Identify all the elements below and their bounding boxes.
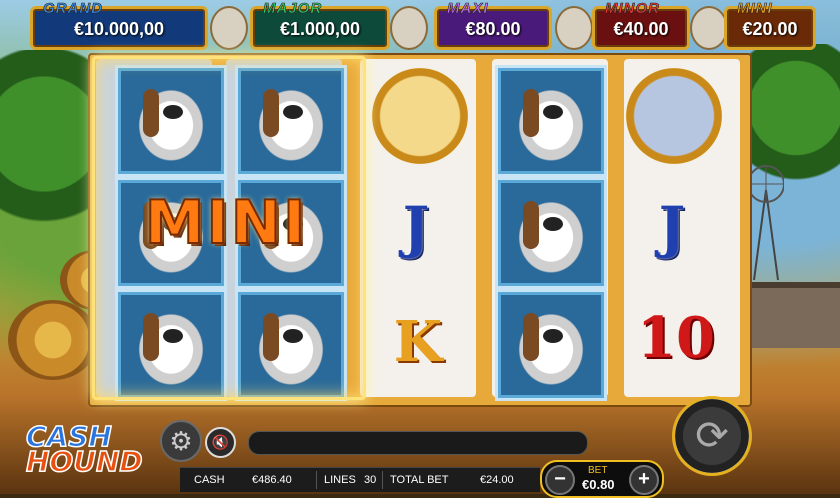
jackpot-label: MINI [737,0,773,17]
mini-win-banner: MINI [144,187,308,259]
jackpot-label: MAXI [447,0,489,17]
k-symbol: K [393,309,443,375]
bet-label: BET [588,465,608,476]
game-logo: CASH HOUND [25,422,143,478]
bet-value: €0.80 [582,477,615,492]
bet-control: − BET €0.80 + [540,460,664,498]
total-bet-value: €24.00 [480,474,514,486]
jackpot-value: €20.00 [742,19,798,39]
jackpot-value: €80.00 [465,19,521,39]
jackpot-minor: MINOR €40.00 [592,0,690,50]
jackpot-grand: GRAND €10.000,00 [30,0,208,50]
status-bar: CASH €486.40 LINES 30 TOTAL BET €24.00 [180,467,540,492]
message-bar [248,431,588,455]
dog-deco [390,6,428,50]
dog-symbol [498,180,604,286]
rooster-coin-symbol [372,68,468,164]
lines-value: 30 [364,474,377,486]
jackpot-value: €40.00 [613,19,669,39]
spin-arrows-icon: ⟳ [695,414,729,458]
spin-button[interactable]: ⟳ [672,396,752,476]
lines-label: LINES [324,474,356,486]
j-symbol: J [658,195,686,261]
jackpot-value: €10.000,00 [73,19,165,39]
logo-line-2: HOUND [25,444,143,478]
donkey-coin-symbol [626,68,722,164]
divider [382,471,383,489]
jackpot-label: GRAND [43,0,103,17]
jackpot-value: €1.000,00 [279,19,361,39]
windmill [748,165,784,280]
dog-deco [690,6,728,50]
bet-increase-button[interactable]: + [629,465,659,495]
dog-deco [555,6,593,50]
j-symbol: J [402,195,430,261]
dog-symbol [498,68,604,174]
barn [752,282,840,348]
dog-symbol [498,292,604,398]
cash-value: €486.40 [252,474,292,486]
jackpot-label: MAJOR [263,0,323,17]
bet-decrease-button[interactable]: − [545,465,575,495]
jackpot-maxi: MAXI €80.00 [434,0,552,50]
divider [316,471,317,489]
cash-label: CASH [194,474,225,486]
hay-bale [8,300,98,380]
gear-icon[interactable]: ⚙ [160,420,202,462]
rooster-deco [210,6,248,50]
ten-symbol: 10 [637,305,715,371]
speaker-muted-icon[interactable]: 🔇 [205,427,236,458]
total-bet-label: TOTAL BET [390,474,449,486]
jackpot-major: MAJOR €1.000,00 [250,0,390,50]
jackpot-mini: MINI €20.00 [724,0,816,50]
jackpot-label: MINOR [605,0,660,17]
